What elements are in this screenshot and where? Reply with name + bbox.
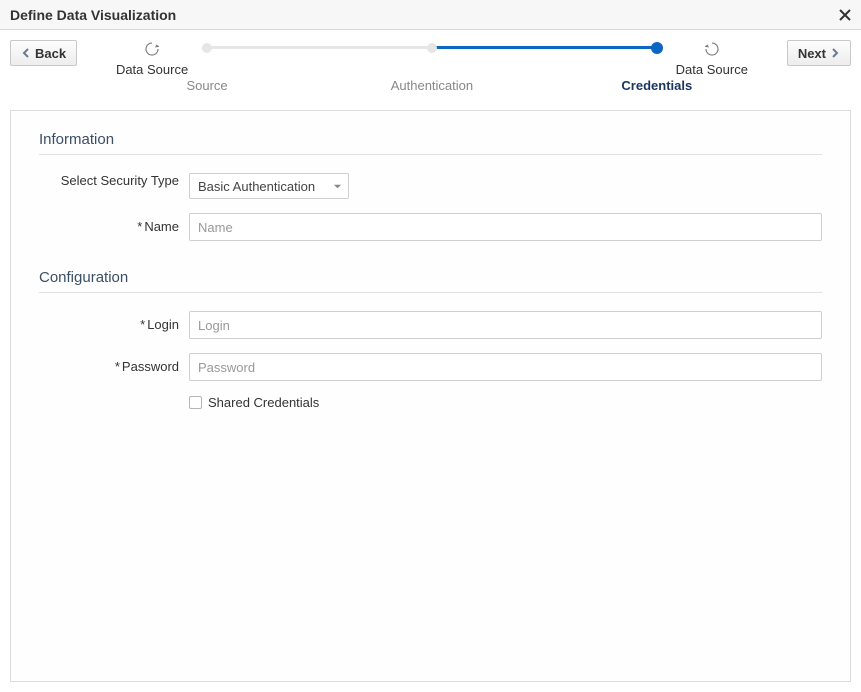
select-security-type-value: Basic Authentication (198, 179, 315, 194)
close-icon (839, 9, 851, 21)
dialog-header: Define Data Visualization (0, 0, 861, 30)
chevron-left-icon (21, 48, 31, 58)
step-label-credentials: Credentials (621, 78, 692, 93)
close-button[interactable] (839, 6, 851, 24)
wizard-start-label: Data Source (116, 62, 188, 77)
chevron-right-icon (830, 48, 840, 58)
data-source-start-icon (143, 40, 161, 58)
wizard-start: Data Source (107, 40, 197, 77)
wizard-row: Back Data Source Source Authentication C… (0, 30, 861, 100)
step-label-authentication: Authentication (391, 78, 473, 93)
step-dot-credentials[interactable] (651, 42, 663, 54)
row-shared-credentials: Shared Credentials (189, 395, 822, 410)
wizard-steps: Data Source Source Authentication Creden… (77, 40, 787, 98)
step-dot-authentication[interactable] (427, 43, 437, 53)
input-name[interactable] (189, 213, 822, 241)
row-password: *Password (39, 353, 822, 381)
chevron-down-icon (333, 182, 342, 191)
wizard-track: Source Authentication Credentials (207, 40, 657, 98)
back-button-label: Back (35, 46, 66, 61)
next-button-label: Next (798, 46, 826, 61)
section-title-configuration: Configuration (39, 269, 822, 293)
data-source-end-icon (703, 40, 721, 58)
wizard-end-label: Data Source (676, 62, 748, 77)
row-security-type: Select Security Type Basic Authenticatio… (39, 173, 822, 199)
wizard-step-labels: Source Authentication Credentials (207, 78, 657, 98)
dialog-title: Define Data Visualization (10, 7, 176, 23)
label-password: *Password (39, 359, 189, 376)
back-button[interactable]: Back (10, 40, 77, 66)
step-label-source: Source (186, 78, 227, 93)
label-name: *Name (39, 219, 189, 236)
select-security-type[interactable]: Basic Authentication (189, 173, 349, 199)
form-panel: Information Select Security Type Basic A… (10, 110, 851, 682)
label-security-type: Select Security Type (39, 173, 189, 190)
checkbox-shared-credentials[interactable] (189, 396, 202, 409)
input-login[interactable] (189, 311, 822, 339)
label-login: *Login (39, 317, 189, 334)
step-dot-source[interactable] (202, 43, 212, 53)
label-shared-credentials: Shared Credentials (208, 395, 319, 410)
next-button[interactable]: Next (787, 40, 851, 66)
row-login: *Login (39, 311, 822, 339)
wizard-track-fill (432, 46, 657, 49)
wizard-end: Data Source (667, 40, 757, 77)
section-title-information: Information (39, 131, 822, 155)
dialog: Define Data Visualization Back Data Sour… (0, 0, 861, 692)
input-password[interactable] (189, 353, 822, 381)
row-name: *Name (39, 213, 822, 241)
